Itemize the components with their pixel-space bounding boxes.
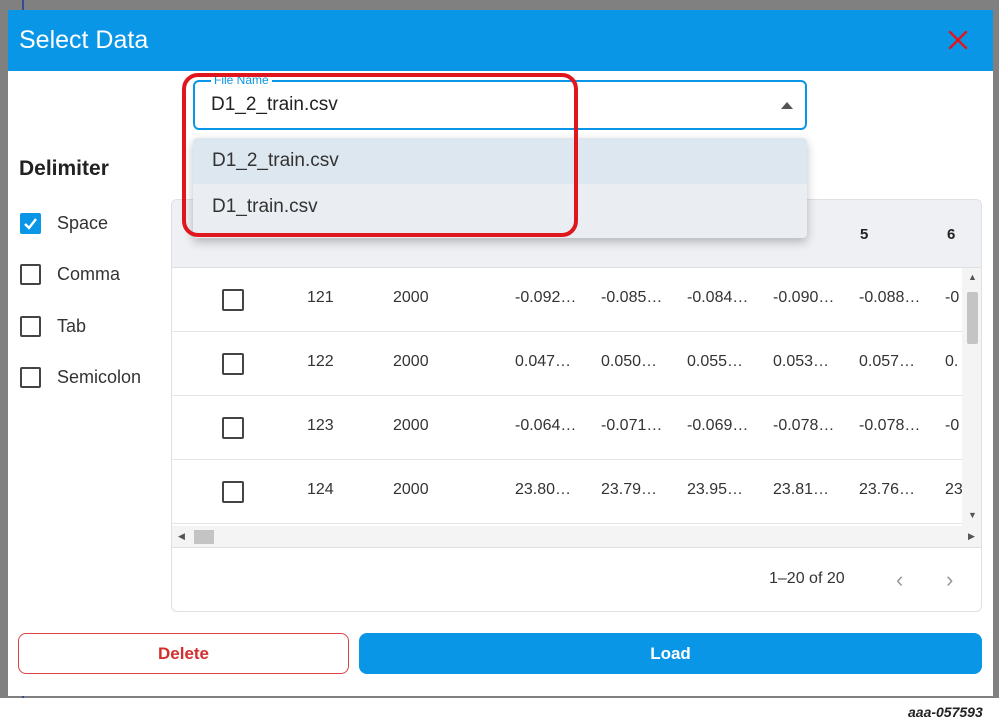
cell-value: 0.047…: [515, 353, 572, 370]
caret-up-icon[interactable]: [781, 102, 793, 109]
chevron-right-icon[interactable]: ›: [946, 569, 966, 592]
checkbox-icon[interactable]: [20, 315, 41, 337]
pagination-label: 1–20 of 20: [769, 570, 845, 587]
cell-value: -0.084…: [687, 289, 749, 306]
scroll-right-icon[interactable]: ▶: [968, 531, 975, 542]
data-table: 5 6 121 2000 -0.092… -0.085… -0.084… -0.…: [171, 199, 982, 612]
cell-value: 23.79…: [601, 481, 658, 498]
row-checkbox[interactable]: [222, 353, 244, 375]
cell-value: -0: [945, 417, 960, 434]
annotation-highlight: [182, 73, 578, 237]
horizontal-scroll-thumb[interactable]: [194, 530, 214, 544]
cell-column: 2000: [393, 481, 429, 498]
cell-value: 23: [945, 481, 963, 498]
cell-column: 2000: [393, 353, 429, 370]
scroll-up-icon[interactable]: ▲: [968, 272, 977, 282]
table-row[interactable]: 124 2000 23.80… 23.79… 23.95… 23.81… 23.…: [172, 460, 963, 524]
column-header-6[interactable]: 6: [947, 226, 955, 243]
dialog-titlebar: Select Data: [8, 10, 993, 71]
cell-value: 23.76…: [859, 481, 916, 498]
scroll-left-icon[interactable]: ◀: [178, 531, 185, 542]
checkbox-icon[interactable]: [20, 366, 41, 388]
checkbox-icon[interactable]: [20, 263, 41, 285]
delimiter-option-tab[interactable]: Tab: [20, 314, 86, 338]
cell-value: -0.085…: [601, 289, 663, 306]
cell-value: 23.80…: [515, 481, 572, 498]
chevron-left-icon[interactable]: ‹: [896, 569, 916, 592]
cell-value: -0.064…: [515, 417, 577, 434]
delimiter-option-comma[interactable]: Comma: [20, 262, 120, 286]
cell-value: -0.092…: [515, 289, 577, 306]
table-row[interactable]: 122 2000 0.047… 0.050… 0.055… 0.053… 0.0…: [172, 332, 962, 396]
row-checkbox[interactable]: [222, 417, 244, 439]
horizontal-scrollbar[interactable]: ◀ ▶: [172, 526, 981, 548]
delimiter-option-label: Tab: [57, 315, 87, 336]
select-data-dialog: Select Data Delimiter Space Comma Tab Se…: [8, 10, 993, 696]
checkbox-checked-icon[interactable]: [20, 212, 41, 234]
row-checkbox[interactable]: [222, 289, 244, 311]
delimiter-heading: Delimiter: [19, 157, 109, 180]
cell-value: -0.071…: [601, 417, 663, 434]
cell-value: -0.090…: [773, 289, 835, 306]
table-row[interactable]: 121 2000 -0.092… -0.085… -0.084… -0.090……: [172, 268, 962, 332]
cell-value: -0.078…: [773, 417, 835, 434]
cell-value: 0.053…: [773, 353, 830, 370]
delimiter-option-semicolon[interactable]: Semicolon: [20, 365, 141, 389]
vertical-scrollbar[interactable]: ▲ ▼: [962, 268, 981, 526]
delimiter-option-label: Comma: [57, 263, 121, 284]
cell-value: -0: [945, 289, 960, 306]
cell-value: 0.057…: [859, 353, 916, 370]
load-button[interactable]: Load: [359, 633, 982, 674]
cell-id: 123: [307, 417, 334, 434]
scroll-down-icon[interactable]: ▼: [968, 510, 977, 520]
cell-id: 121: [307, 289, 334, 306]
cell-column: 2000: [393, 417, 429, 434]
cell-value: -0.088…: [859, 289, 921, 306]
cell-column: 2000: [393, 289, 429, 306]
cell-value: 23.81…: [773, 481, 830, 498]
cell-value: 0.: [945, 353, 959, 370]
figure-caption: aaa-057593: [908, 704, 983, 720]
delimiter-option-space[interactable]: Space: [20, 211, 108, 235]
cell-value: 0.055…: [687, 353, 744, 370]
close-icon[interactable]: [944, 26, 972, 54]
delimiter-option-label: Space: [57, 212, 109, 233]
delete-button[interactable]: Delete: [18, 633, 349, 674]
cell-id: 122: [307, 353, 334, 370]
column-header-5[interactable]: 5: [860, 226, 868, 243]
delimiter-option-label: Semicolon: [57, 366, 142, 387]
cell-value: -0.078…: [859, 417, 921, 434]
row-checkbox[interactable]: [222, 481, 244, 503]
table-row[interactable]: 123 2000 -0.064… -0.071… -0.069… -0.078……: [172, 396, 962, 460]
vertical-scroll-thumb[interactable]: [967, 292, 978, 344]
cell-value: 0.050…: [601, 353, 658, 370]
cell-value: -0.069…: [687, 417, 749, 434]
dialog-title: Select Data: [19, 26, 149, 54]
cell-id: 124: [307, 481, 334, 498]
cell-value: 23.95…: [687, 481, 744, 498]
